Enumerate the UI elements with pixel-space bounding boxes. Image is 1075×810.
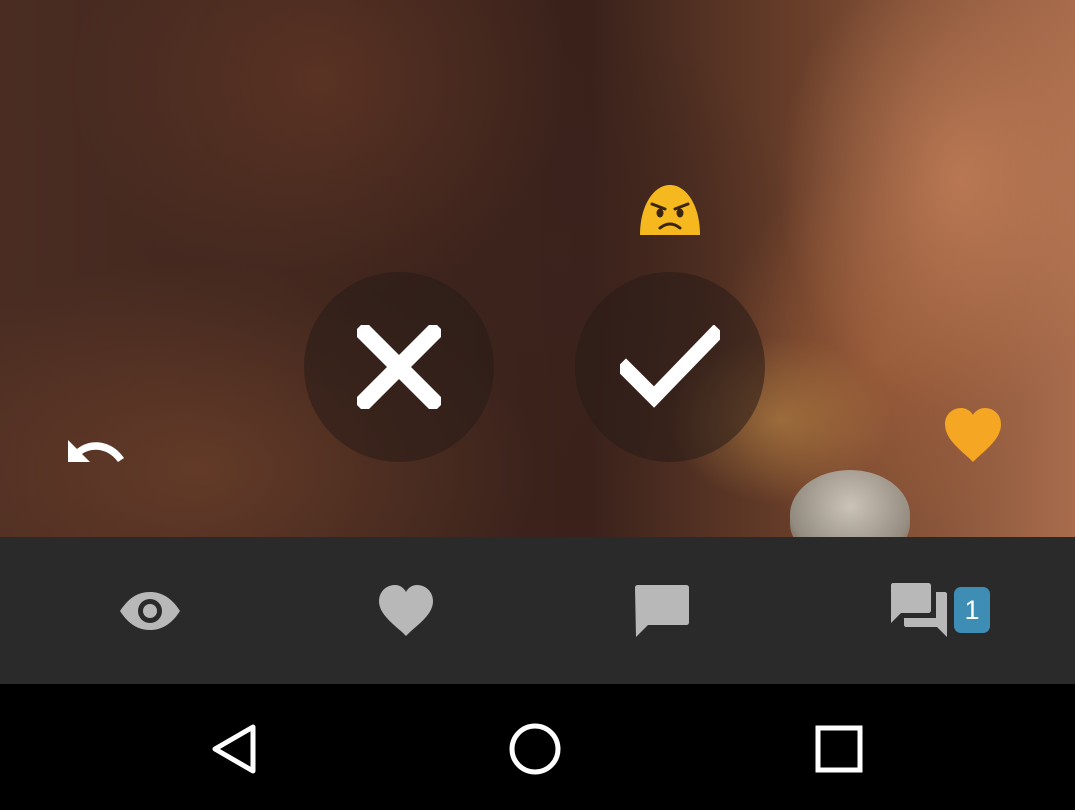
app-screen: 1 [0, 0, 1075, 810]
close-icon [357, 325, 441, 409]
reject-button[interactable] [304, 272, 494, 462]
accept-button[interactable] [575, 272, 765, 462]
angry-face-icon [640, 185, 700, 235]
undo-arrow-icon[interactable] [62, 430, 128, 474]
system-nav-bar [0, 684, 1075, 810]
home-circle-icon [509, 723, 561, 775]
heart-icon[interactable] [942, 406, 1004, 466]
likes-button[interactable] [346, 537, 466, 684]
photo-detail [790, 470, 910, 537]
back-triangle-icon [212, 724, 256, 774]
check-icon [620, 325, 720, 408]
unread-badge: 1 [954, 587, 990, 633]
recents-button[interactable] [807, 717, 871, 781]
comments-button[interactable] [602, 537, 722, 684]
bottom-action-bar: 1 [0, 537, 1075, 684]
heart-icon [379, 584, 433, 636]
profile-photo [0, 0, 1075, 537]
comment-icon [635, 584, 689, 637]
recents-square-icon [815, 725, 863, 773]
views-button[interactable] [90, 537, 210, 684]
messages-button[interactable]: 1 [860, 537, 1020, 684]
forum-icon [891, 583, 947, 637]
back-button[interactable] [202, 717, 266, 781]
eye-icon [120, 591, 180, 630]
home-button[interactable] [503, 717, 567, 781]
